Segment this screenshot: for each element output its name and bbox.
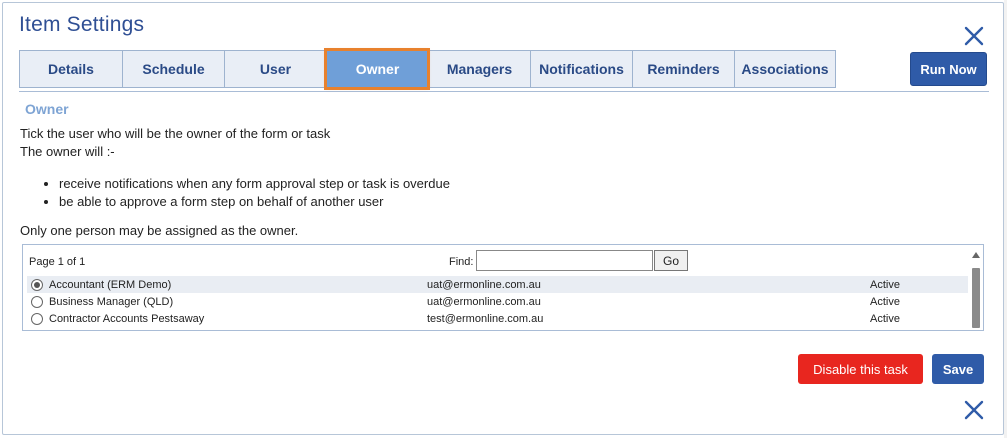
tab-reminders[interactable]: Reminders [632,50,734,88]
find-label: Find: [449,256,474,268]
intro-text-2: The owner will :- [20,144,115,159]
owner-duties-list: receive notifications when any form appr… [43,175,450,211]
tab-owner[interactable]: Owner [324,48,430,90]
disable-task-button[interactable]: Disable this task [798,354,923,384]
chevron-up-icon[interactable] [972,252,980,258]
owner-radio[interactable] [31,312,43,325]
tab-bar: Details Schedule User Owner Managers Not… [19,48,836,90]
tab-notifications[interactable]: Notifications [530,50,632,88]
find-input[interactable] [476,250,653,271]
tab-associations[interactable]: Associations [734,50,836,88]
user-email: uat@ermonline.com.au [427,278,541,291]
owner-radio[interactable] [31,278,43,291]
list-item: be able to approve a form step on behalf… [59,193,450,211]
scrollbar-thumb[interactable] [972,268,980,328]
dialog-title: Item Settings [19,13,145,36]
table-row[interactable]: Contractor Accounts Pestsaway test@ermon… [27,310,968,327]
user-name: Contractor Accounts Pestsaway [49,312,205,325]
list-item: receive notifications when any form appr… [59,175,450,193]
user-name: Business Manager (QLD) [49,295,174,308]
go-button[interactable]: Go [654,250,688,271]
owner-note: Only one person may be assigned as the o… [20,223,299,238]
tab-divider [19,91,989,92]
tab-user[interactable]: User [224,50,326,88]
run-now-button[interactable]: Run Now [910,52,987,86]
tab-details[interactable]: Details [19,50,122,88]
intro-text: Tick the user who will be the owner of t… [20,126,331,141]
section-heading: Owner [25,101,69,117]
user-name: Accountant (ERM Demo) [49,278,172,291]
save-button[interactable]: Save [932,354,984,384]
table-row[interactable]: Accountant (ERM Demo) uat@ermonline.com.… [27,276,968,293]
close-icon[interactable] [963,25,985,47]
user-status: Active [870,278,900,291]
tab-schedule[interactable]: Schedule [122,50,224,88]
user-email: uat@ermonline.com.au [427,295,541,308]
user-email: test@ermonline.com.au [427,312,544,325]
tab-managers[interactable]: Managers [428,50,530,88]
item-settings-dialog: Item Settings Details Schedule User Owne… [2,2,1004,435]
user-status: Active [870,312,900,325]
close-icon[interactable] [963,399,985,421]
grid-toolbar: Page 1 of 1 Find: Go [23,245,968,275]
user-status: Active [870,295,900,308]
owner-radio[interactable] [31,295,43,308]
user-grid: Page 1 of 1 Find: Go Accountant (ERM Dem… [22,244,984,331]
table-row[interactable]: Business Manager (QLD) uat@ermonline.com… [27,293,968,310]
grid-scrollbar[interactable] [969,245,983,330]
page-info: Page 1 of 1 [29,256,86,268]
